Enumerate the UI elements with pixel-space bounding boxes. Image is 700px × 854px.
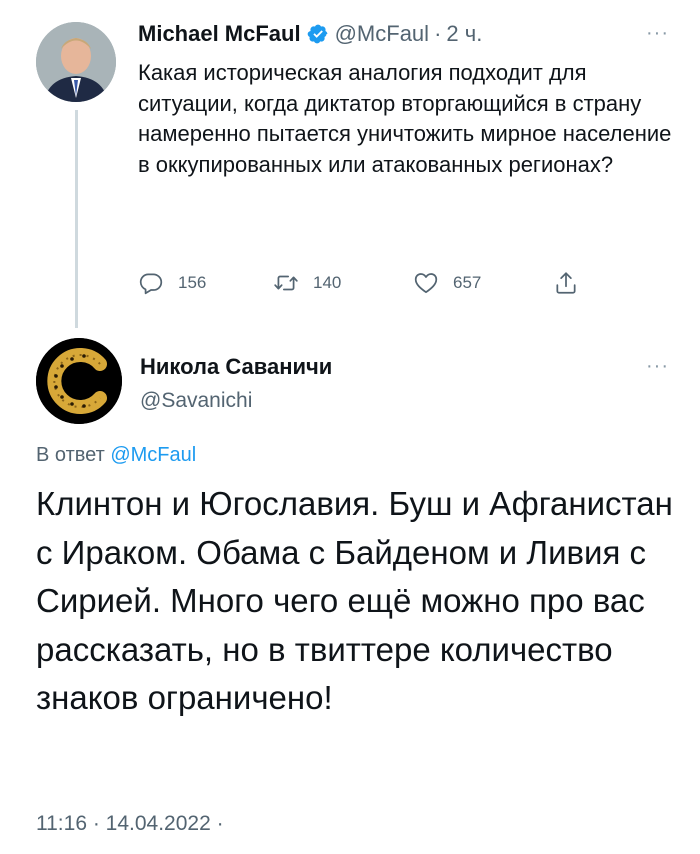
reply-button[interactable]: 156 <box>138 270 273 296</box>
retweet-count: 140 <box>313 273 342 292</box>
reply-icon <box>139 273 163 295</box>
heart-icon <box>414 273 438 294</box>
separator-dot: · <box>434 21 442 46</box>
avatar-portrait <box>36 22 116 102</box>
author-name[interactable]: Michael McFaul <box>138 20 301 48</box>
author-handle[interactable]: @Savanichi <box>140 387 252 415</box>
retweet-button[interactable]: 140 <box>273 270 413 296</box>
tweet-timestamp[interactable]: 11:16 · 14.04.2022 · <box>36 810 224 838</box>
like-button[interactable]: 657 <box>413 270 553 296</box>
author-name[interactable]: Никола Саваничи <box>140 353 332 381</box>
tweet-thread-page: Michael McFaul @McFaul · 2 ч. ··· Какая … <box>0 0 700 854</box>
tweet-text: Клинтон и Югославия. Буш и Афганистан с … <box>36 485 673 716</box>
more-options-icon[interactable]: ··· <box>646 22 669 45</box>
tweet-header: Michael McFaul @McFaul · 2 ч. <box>138 20 482 48</box>
reply-to-line: В ответ @McFaul <box>36 442 196 468</box>
avatar[interactable] <box>36 22 116 102</box>
tweet-text: Какая историческая аналогия подходит для… <box>138 60 672 177</box>
reply-count: 156 <box>178 273 207 292</box>
avatar[interactable] <box>36 338 122 424</box>
tweet-time[interactable]: 2 ч. <box>446 20 482 48</box>
author-handle[interactable]: @McFaul <box>335 20 429 48</box>
share-button[interactable] <box>553 270 579 296</box>
more-options-icon[interactable]: ··· <box>646 355 669 378</box>
tweet-actions: 156 140 657 <box>138 268 579 298</box>
thread-connector-line <box>75 110 78 328</box>
retweet-icon <box>274 275 298 291</box>
reply-to-prefix: В ответ <box>36 444 105 466</box>
share-icon <box>556 272 576 294</box>
like-count: 657 <box>453 273 482 292</box>
reply-to-handle-link[interactable]: @McFaul <box>110 444 196 466</box>
verified-badge-icon <box>307 24 327 44</box>
horseshoe-logo-icon <box>36 338 122 424</box>
